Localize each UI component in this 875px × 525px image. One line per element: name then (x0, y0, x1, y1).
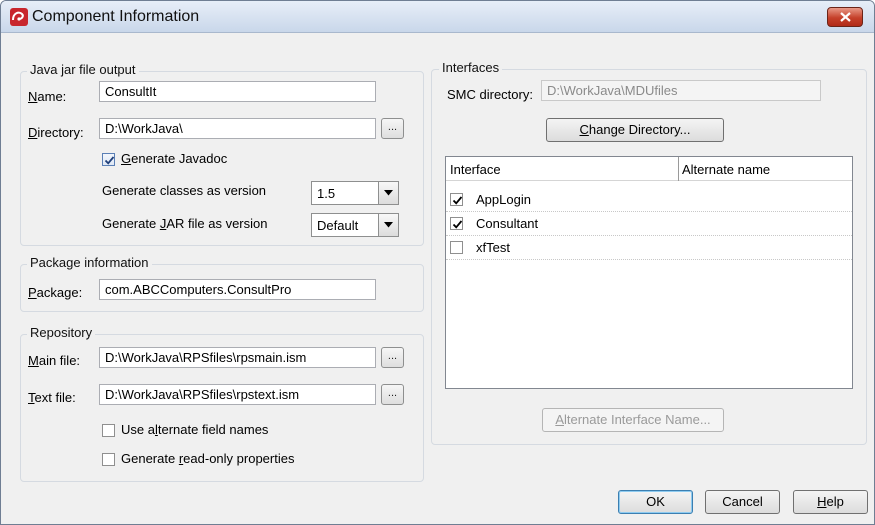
interface-checkbox-applogin[interactable] (450, 193, 463, 206)
help-button[interactable]: Help (793, 490, 868, 514)
interface-checkbox-xftest[interactable] (450, 241, 463, 254)
interfaces-list-header: Interface Alternate name (446, 157, 852, 181)
alternate-interface-name-button[interactable]: Alternate Interface Name... (542, 408, 724, 432)
package-input[interactable]: com.ABCComputers.ConsultPro (99, 279, 376, 300)
interface-row-consultant[interactable]: Consultant (446, 212, 852, 236)
text-file-input[interactable]: D:\WorkJava\RPSfiles\rpstext.ism (99, 384, 376, 405)
column-divider[interactable] (678, 157, 679, 181)
ok-button[interactable]: OK (618, 490, 693, 514)
checkmark-icon (452, 220, 463, 229)
main-file-browse-button[interactable]: ... (381, 347, 404, 368)
interface-row-xftest[interactable]: xfTest (446, 236, 852, 260)
repository-group-label: Repository (27, 325, 96, 340)
generate-javadoc-checkbox[interactable] (102, 153, 115, 166)
change-directory-button[interactable]: Change Directory... (546, 118, 724, 142)
alt-field-names-label: Use alternate field names (121, 422, 269, 437)
checkmark-icon (452, 196, 463, 205)
jar-version-label: Generate JAR file as version (102, 216, 268, 231)
smc-directory-label: SMC directory: (447, 87, 533, 102)
readonly-props-label: Generate read-only properties (121, 451, 295, 466)
component-information-dialog: Component Information Java jar file outp… (0, 0, 875, 525)
generate-javadoc-label: Generate Javadoc (121, 151, 228, 166)
title-bar[interactable]: Component Information (1, 1, 874, 33)
smc-directory-input: D:\WorkJava\MDUfiles (541, 80, 821, 101)
interfaces-group-label: Interfaces (439, 60, 503, 75)
text-file-label: Text file: (28, 390, 76, 405)
close-icon (840, 12, 851, 22)
interface-name: AppLogin (476, 192, 531, 207)
directory-input[interactable]: D:\WorkJava\ (99, 118, 376, 139)
interface-row-applogin[interactable]: AppLogin (446, 188, 852, 212)
text-file-browse-button[interactable]: ... (381, 384, 404, 405)
directory-label: Directory: (28, 125, 84, 140)
jar-version-select[interactable]: Default (311, 213, 399, 237)
main-file-label: Main file: (28, 353, 81, 368)
interface-name: Consultant (476, 216, 539, 231)
chevron-down-icon[interactable] (378, 214, 398, 236)
jar-output-group-label: Java jar file output (27, 62, 139, 77)
classes-version-select[interactable]: 1.5 (311, 181, 399, 205)
package-label: Package: (28, 285, 83, 300)
window-title: Component Information (32, 8, 200, 25)
classes-version-label: Generate classes as version (102, 183, 267, 198)
interface-checkbox-consultant[interactable] (450, 217, 463, 230)
package-info-group-label: Package information (27, 255, 152, 270)
interface-name: xfTest (476, 240, 510, 255)
checkmark-icon (104, 156, 115, 165)
main-file-input[interactable]: D:\WorkJava\RPSfiles\rpsmain.ism (99, 347, 376, 368)
close-button[interactable] (827, 7, 863, 27)
readonly-props-checkbox[interactable] (102, 453, 115, 466)
cancel-button[interactable]: Cancel (705, 490, 780, 514)
interfaces-list[interactable]: Interface Alternate name AppLogin Consul… (445, 156, 853, 389)
name-input[interactable]: ConsultIt (99, 81, 376, 102)
jar-version-value: Default (317, 218, 359, 233)
directory-browse-button[interactable]: ... (381, 118, 404, 139)
column-header-alternate-name[interactable]: Alternate name (682, 162, 770, 177)
chevron-down-icon[interactable] (378, 182, 398, 204)
app-logo-icon (10, 8, 28, 26)
classes-version-value: 1.5 (317, 186, 336, 201)
alt-field-names-checkbox[interactable] (102, 424, 115, 437)
column-header-interface[interactable]: Interface (450, 162, 501, 177)
name-label: Name: (28, 89, 67, 104)
